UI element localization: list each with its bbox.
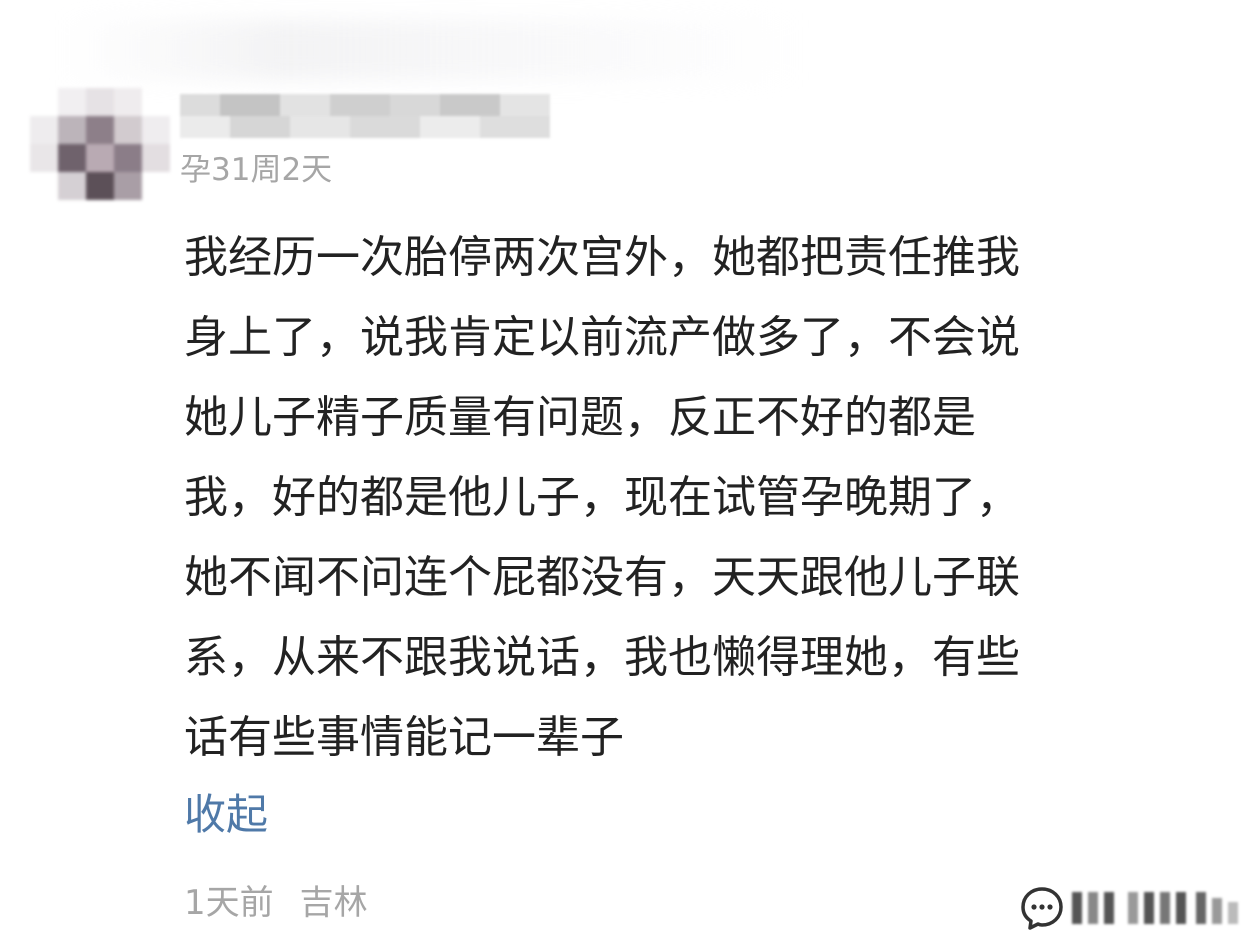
post-location: 吉林 — [299, 883, 368, 923]
blurred-action-buttons — [1072, 886, 1242, 930]
collapse-link[interactable]: 收起 — [184, 787, 268, 843]
comment-actions — [1018, 878, 1242, 938]
post-time: 1天前 — [184, 883, 274, 923]
comment-body-line: 话有些事情能记一辈子 — [184, 712, 624, 763]
comment-meta: 1天前 吉林 — [184, 880, 368, 926]
blurred-area — [60, 20, 800, 80]
comment-body-line: 系，从来不跟我说话，我也懒得理她，有些 — [184, 632, 1020, 683]
comment-body-line: 她儿子精子质量有问题，反正不好的都是 — [184, 392, 976, 443]
comment-body-line: 她不闻不问连个屁都没有，天天跟他儿子联 — [184, 552, 1020, 603]
comment-body-line: 我经历一次胎停两次宫外，她都把责任推我 — [184, 232, 1020, 283]
comment-card: 孕31周2天 我经历一次胎停两次宫外，她都把责任推我 身上了，说我肯定以前流产做… — [0, 0, 1260, 943]
author-status: 孕31周2天 — [180, 152, 333, 188]
avatar[interactable] — [30, 88, 170, 208]
comment-body-line: 我，好的都是他儿子，现在试管孕晚期了， — [184, 472, 1020, 523]
username[interactable] — [180, 90, 560, 138]
comment-bubble-icon[interactable] — [1018, 884, 1066, 932]
comment-body-line: 身上了，说我肯定以前流产做多了，不会说 — [184, 312, 1020, 363]
comment-body: 我经历一次胎停两次宫外，她都把责任推我 身上了，说我肯定以前流产做多了，不会说 … — [184, 218, 1184, 778]
